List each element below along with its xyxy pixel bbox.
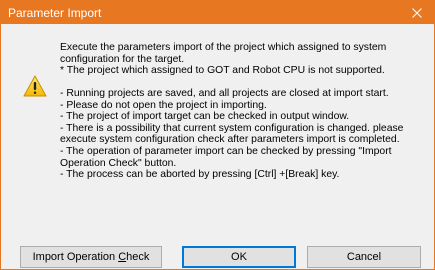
message-details: - Running projects are saved, and all pr… <box>60 88 420 181</box>
message-line: - Please do not open the project in impo… <box>60 99 267 111</box>
message-line: - Running projects are saved, and all pr… <box>60 88 389 99</box>
title-bar[interactable]: Parameter Import <box>1 1 434 24</box>
ok-button[interactable]: OK <box>182 246 296 268</box>
import-operation-check-button[interactable]: Import Operation Check <box>20 246 162 268</box>
mnemonic-letter: C <box>118 251 127 263</box>
message-line: - The process can be aborted by pressing… <box>60 169 340 181</box>
cancel-label: Cancel <box>346 251 382 263</box>
message-line: - There is a possibility that current sy… <box>60 122 404 134</box>
label-part: Import Operation <box>32 251 119 263</box>
label-part: heck <box>126 251 150 263</box>
parameter-import-dialog: Parameter Import Execute the parameters … <box>0 0 435 270</box>
message-line: configuration for the target. <box>60 53 185 65</box>
close-button[interactable] <box>400 1 434 24</box>
button-row: Import Operation Check OK Cancel <box>1 246 434 268</box>
message-line: * The project which assigned to GOT and … <box>60 65 385 77</box>
close-icon <box>412 7 422 18</box>
cancel-button[interactable]: Cancel <box>307 246 421 268</box>
message-intro: Execute the parameters import of the pro… <box>60 42 420 77</box>
message-line: - The operation of parameter import can … <box>60 145 392 157</box>
ok-label: OK <box>231 251 247 263</box>
message-line: execute system configuration check after… <box>60 134 400 146</box>
message-line: Execute the parameters import of the pro… <box>60 42 387 53</box>
dialog-content: Execute the parameters import of the pro… <box>1 24 434 224</box>
window-title: Parameter Import <box>8 6 102 20</box>
warning-triangle-icon <box>23 75 47 97</box>
message-line: - The project of import target can be ch… <box>60 111 350 123</box>
import-operation-check-label: Import Operation Check <box>33 251 150 263</box>
message-line: Operation Check" button. <box>60 157 177 169</box>
